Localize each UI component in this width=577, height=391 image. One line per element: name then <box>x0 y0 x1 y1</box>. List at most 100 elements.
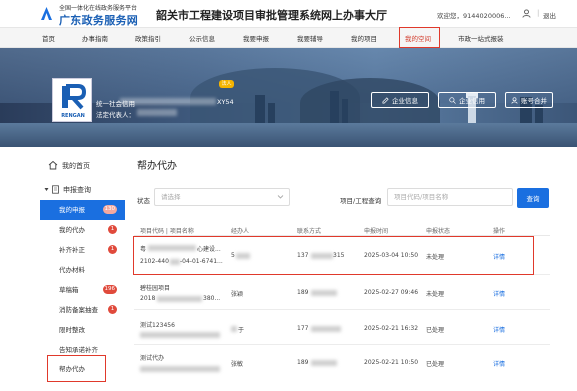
col-header-project: 项目代码 | 项目名称 <box>140 228 194 235</box>
count-badge: 196 <box>102 285 117 294</box>
apply-status: 已处理 <box>426 327 445 334</box>
logo-subtitle: 全国一体化在线政务服务平台 <box>59 5 138 12</box>
count-badge: 130 <box>102 205 117 214</box>
sidebar-item-rectification[interactable]: 限时整改 <box>40 320 125 340</box>
user-icon[interactable] <box>522 9 531 18</box>
nav-home[interactable]: 首页 <box>42 33 55 43</box>
project-search-placeholder: 项目代码/项目名称 <box>394 193 449 201</box>
system-title: 韶关市工程建设项目审批管理系统网上办事大厅 <box>156 9 387 22</box>
nav-apply[interactable]: 我要申报 <box>243 33 269 43</box>
sidebar-item-label: 消防备案抽查 <box>59 306 98 314</box>
contact-phone: 189 <box>297 289 309 296</box>
home-icon <box>48 160 58 170</box>
sidebar-item-drafts[interactable]: 草稿箱 196 <box>40 280 125 300</box>
nav-municipal[interactable]: 市政一站式报装 <box>458 33 504 43</box>
nav-guide[interactable]: 办事指南 <box>82 33 108 43</box>
apply-status: 未处理 <box>426 291 445 298</box>
sidebar-item-label: 我的代办 <box>59 226 85 234</box>
credit-code-redacted <box>120 98 216 105</box>
sidebar-item-label: 草稿箱 <box>59 286 79 294</box>
apply-time: 2025-02-21 10:50 <box>364 359 419 366</box>
apply-status: 已处理 <box>426 361 445 368</box>
nav-highlight-box <box>399 27 440 48</box>
redacted-text <box>311 326 341 332</box>
sidebar-item-supplement[interactable]: 补齐补正 1 <box>40 240 125 260</box>
sidebar-item-agent-materials[interactable]: 代办材料 <box>40 260 125 280</box>
col-header-action: 操作 <box>493 228 506 235</box>
gov-logo-icon <box>41 7 52 20</box>
status-select-placeholder: 请选择 <box>161 193 181 201</box>
col-header-status: 申报状态 <box>426 228 451 235</box>
count-badge: 1 <box>108 245 117 254</box>
handler-name: 张敏 <box>231 361 244 368</box>
user-icon <box>511 96 518 104</box>
redacted-text <box>231 326 237 332</box>
count-badge: 1 <box>108 225 117 234</box>
sidebar-item-label: 我的申报 <box>59 206 85 214</box>
project-code-tail: 380... <box>203 295 221 302</box>
project-search-input[interactable]: 项目代码/项目名称 <box>387 188 513 206</box>
edit-icon <box>382 96 389 103</box>
contact-phone: 177 <box>297 325 309 332</box>
search-icon <box>449 96 456 104</box>
handler-name: 于 <box>238 327 245 334</box>
redacted-text <box>140 332 220 338</box>
company-info-button[interactable]: 企业信息 <box>371 92 429 108</box>
row-highlight-box <box>133 236 534 275</box>
sidebar-item-label: 代办材料 <box>59 266 85 274</box>
sidebar-group-apply-query[interactable]: 申报查询 <box>63 185 91 195</box>
sidebar-highlight-box <box>47 355 106 382</box>
company-info-label: 企业信息 <box>392 97 418 105</box>
redacted-text <box>157 296 202 302</box>
caret-down-icon <box>44 188 49 191</box>
project-name: 测试代办 <box>140 355 165 362</box>
col-header-handler: 经办人 <box>231 228 250 235</box>
query-button[interactable]: 查询 <box>517 188 549 208</box>
divider: | <box>537 9 540 17</box>
legal-rep-label: 法定代表人： <box>96 111 135 119</box>
status-filter-label: 状态 <box>137 197 150 205</box>
redacted-text <box>140 366 220 372</box>
sidebar-item-label: 补齐补正 <box>59 246 85 254</box>
contact-phone: 189 <box>297 359 309 366</box>
sidebar-item-my-applications[interactable]: 我的申报 130 <box>40 200 125 220</box>
chevron-down-icon <box>277 195 284 199</box>
status-select[interactable]: 请选择 <box>154 188 290 206</box>
col-header-contact: 联系方式 <box>297 228 322 235</box>
logo-title[interactable]: 广东政务服务网 <box>59 12 138 28</box>
document-icon <box>52 185 59 194</box>
detail-link[interactable]: 详情 <box>493 359 505 368</box>
legal-person-badge: 法人 <box>219 80 234 88</box>
sidebar-item-label: 告知承诺补齐 <box>59 346 98 354</box>
sidebar-item-home[interactable]: 我的首页 <box>62 161 90 171</box>
nav-public-info[interactable]: 公示信息 <box>189 33 215 43</box>
sidebar-item-my-agent[interactable]: 我的代办 1 <box>40 220 125 240</box>
user-greeting[interactable]: 欢迎您，9144020006... <box>437 10 511 20</box>
project-name: 碧桂园项目 <box>140 285 171 292</box>
detail-link[interactable]: 详情 <box>493 325 505 334</box>
company-credit-button[interactable]: 企业信用 <box>438 92 496 108</box>
detail-link[interactable]: 详情 <box>493 289 505 298</box>
project-name: 测试123456 <box>140 322 175 329</box>
sidebar-item-fire-check[interactable]: 消防备案抽查 1 <box>40 300 125 320</box>
redacted-text <box>311 360 337 366</box>
apply-time: 2025-02-21 16:32 <box>364 325 419 332</box>
divider <box>134 344 550 345</box>
company-logo-text: RENGAN <box>61 113 85 119</box>
logout-link[interactable]: 退出 <box>543 10 556 20</box>
credit-code-suffix: XY54 <box>217 98 234 106</box>
merge-account-label: 账号合并 <box>521 97 547 105</box>
nav-coaching[interactable]: 我要辅导 <box>297 33 323 43</box>
handler-name: 张颖 <box>231 291 244 298</box>
nav-my-projects[interactable]: 我的项目 <box>351 33 377 43</box>
project-query-label: 项目/工程查询 <box>340 197 382 205</box>
nav-policy[interactable]: 政策指引 <box>135 33 161 43</box>
col-header-time: 申报时间 <box>364 228 389 235</box>
divider <box>134 309 550 310</box>
legal-rep-redacted <box>137 109 177 116</box>
company-logo: RENGAN <box>52 78 92 122</box>
merge-account-button[interactable]: 账号合并 <box>505 92 553 108</box>
page-title: 帮办代办 <box>137 161 177 172</box>
sidebar-item-label: 限时整改 <box>59 326 85 334</box>
apply-time: 2025-02-27 09:46 <box>364 289 419 296</box>
